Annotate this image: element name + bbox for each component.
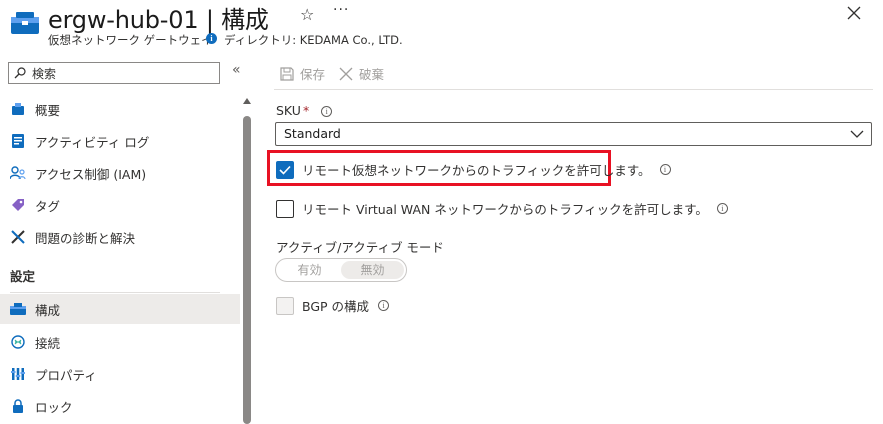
page-title: ergw-hub-01 | 構成 bbox=[48, 6, 269, 34]
bgp-label: BGP の構成 bbox=[302, 299, 370, 314]
allow-remote-vwan-checkbox[interactable] bbox=[276, 199, 294, 218]
settings-section-heading: 設定 bbox=[10, 269, 36, 284]
iam-icon bbox=[10, 165, 26, 181]
allow-remote-vwan-option: リモート Virtual WAN ネットワークからのトラフィックを許可します。 … bbox=[276, 199, 728, 218]
info-icon[interactable]: i bbox=[716, 203, 728, 214]
active-active-label: アクティブ/アクティブ モード bbox=[276, 240, 444, 255]
sku-dropdown[interactable]: Standard bbox=[275, 122, 872, 146]
collapse-sidebar-icon[interactable]: « bbox=[232, 62, 241, 78]
sidebar-item-label: 接続 bbox=[35, 335, 61, 351]
diagnose-icon bbox=[10, 229, 26, 245]
sidebar-item-diagnose[interactable]: 問題の診断と解決 bbox=[0, 222, 240, 252]
activity-log-icon bbox=[10, 133, 26, 149]
info-icon[interactable]: i bbox=[659, 164, 671, 175]
resource-type-label: 仮想ネットワーク ゲートウェイ bbox=[48, 33, 213, 47]
scrollbar-thumb[interactable] bbox=[243, 116, 251, 424]
section-divider bbox=[10, 292, 220, 293]
sidebar-item-activity-log[interactable]: アクティビティ ログ bbox=[0, 126, 240, 156]
info-icon[interactable]: i bbox=[321, 106, 333, 117]
lock-icon bbox=[10, 398, 26, 414]
sidebar-item-label: 概要 bbox=[35, 102, 61, 118]
sidebar-item-label: 問題の診断と解決 bbox=[35, 230, 136, 246]
connections-icon bbox=[10, 334, 26, 350]
tag-icon bbox=[10, 197, 26, 213]
sidebar-item-tags[interactable]: タグ bbox=[0, 190, 240, 220]
save-icon bbox=[280, 66, 294, 81]
bgp-checkbox[interactable] bbox=[276, 296, 294, 315]
more-options-icon[interactable]: ··· bbox=[333, 2, 349, 18]
checkmark-icon bbox=[279, 165, 291, 175]
sku-label-text: SKU bbox=[276, 103, 301, 118]
allow-remote-vnet-checkbox[interactable] bbox=[276, 160, 294, 179]
sidebar-item-configuration[interactable]: 構成 bbox=[0, 294, 240, 324]
toolbar-divider bbox=[274, 89, 873, 90]
sidebar-item-locks[interactable]: ロック bbox=[0, 391, 240, 421]
bgp-option: BGP の構成 i bbox=[276, 296, 390, 315]
sidebar-item-label: ロック bbox=[35, 399, 73, 415]
overview-icon bbox=[10, 101, 26, 117]
save-label: 保存 bbox=[300, 67, 326, 82]
discard-label: 破棄 bbox=[359, 67, 385, 82]
configuration-icon bbox=[10, 301, 26, 317]
active-active-enabled-option[interactable]: 有効 bbox=[278, 261, 341, 279]
chevron-down-icon bbox=[850, 130, 864, 138]
allow-remote-vnet-option: リモート仮想ネットワークからのトラフィックを許可します。 i bbox=[276, 160, 671, 179]
directory-label: ディレクトリ: KEDAMA Co., LTD. bbox=[224, 33, 403, 47]
properties-icon bbox=[10, 366, 26, 382]
info-icon[interactable]: i bbox=[378, 300, 390, 311]
search-icon bbox=[14, 67, 26, 79]
allow-remote-vwan-label: リモート Virtual WAN ネットワークからのトラフィックを許可します。 bbox=[302, 202, 708, 217]
allow-remote-vnet-label: リモート仮想ネットワークからのトラフィックを許可します。 bbox=[302, 163, 651, 178]
required-marker: * bbox=[302, 103, 310, 118]
gateway-resource-icon bbox=[11, 12, 39, 34]
scroll-up-arrow-icon[interactable] bbox=[243, 98, 251, 104]
command-bar: 保存 破棄 bbox=[280, 64, 398, 83]
sku-selected-value: Standard bbox=[284, 126, 341, 141]
sidebar-item-label: 構成 bbox=[35, 302, 61, 318]
discard-icon bbox=[339, 67, 353, 80]
star-icon[interactable]: ☆ bbox=[300, 5, 314, 24]
info-icon: i bbox=[206, 33, 217, 44]
search-input[interactable]: 検索 bbox=[8, 62, 220, 84]
search-placeholder: 検索 bbox=[32, 66, 57, 81]
sidebar-item-label: アクティビティ ログ bbox=[35, 134, 150, 150]
active-active-toggle[interactable]: 有効 無効 bbox=[275, 258, 407, 282]
sidebar-item-connections[interactable]: 接続 bbox=[0, 327, 240, 357]
sidebar-item-overview[interactable]: 概要 bbox=[0, 94, 240, 124]
active-active-disabled-option[interactable]: 無効 bbox=[341, 261, 404, 279]
sku-label: SKU * i bbox=[276, 103, 333, 118]
sidebar-item-label: プロパティ bbox=[35, 367, 97, 383]
save-button[interactable]: 保存 bbox=[280, 64, 325, 83]
sidebar-item-label: タグ bbox=[35, 198, 61, 214]
close-icon[interactable] bbox=[845, 4, 863, 22]
sidebar-item-iam[interactable]: アクセス制御 (IAM) bbox=[0, 158, 240, 188]
discard-button[interactable]: 破棄 bbox=[339, 64, 384, 83]
sidebar-item-label: アクセス制御 (IAM) bbox=[35, 166, 147, 182]
sidebar-item-properties[interactable]: プロパティ bbox=[0, 359, 240, 389]
